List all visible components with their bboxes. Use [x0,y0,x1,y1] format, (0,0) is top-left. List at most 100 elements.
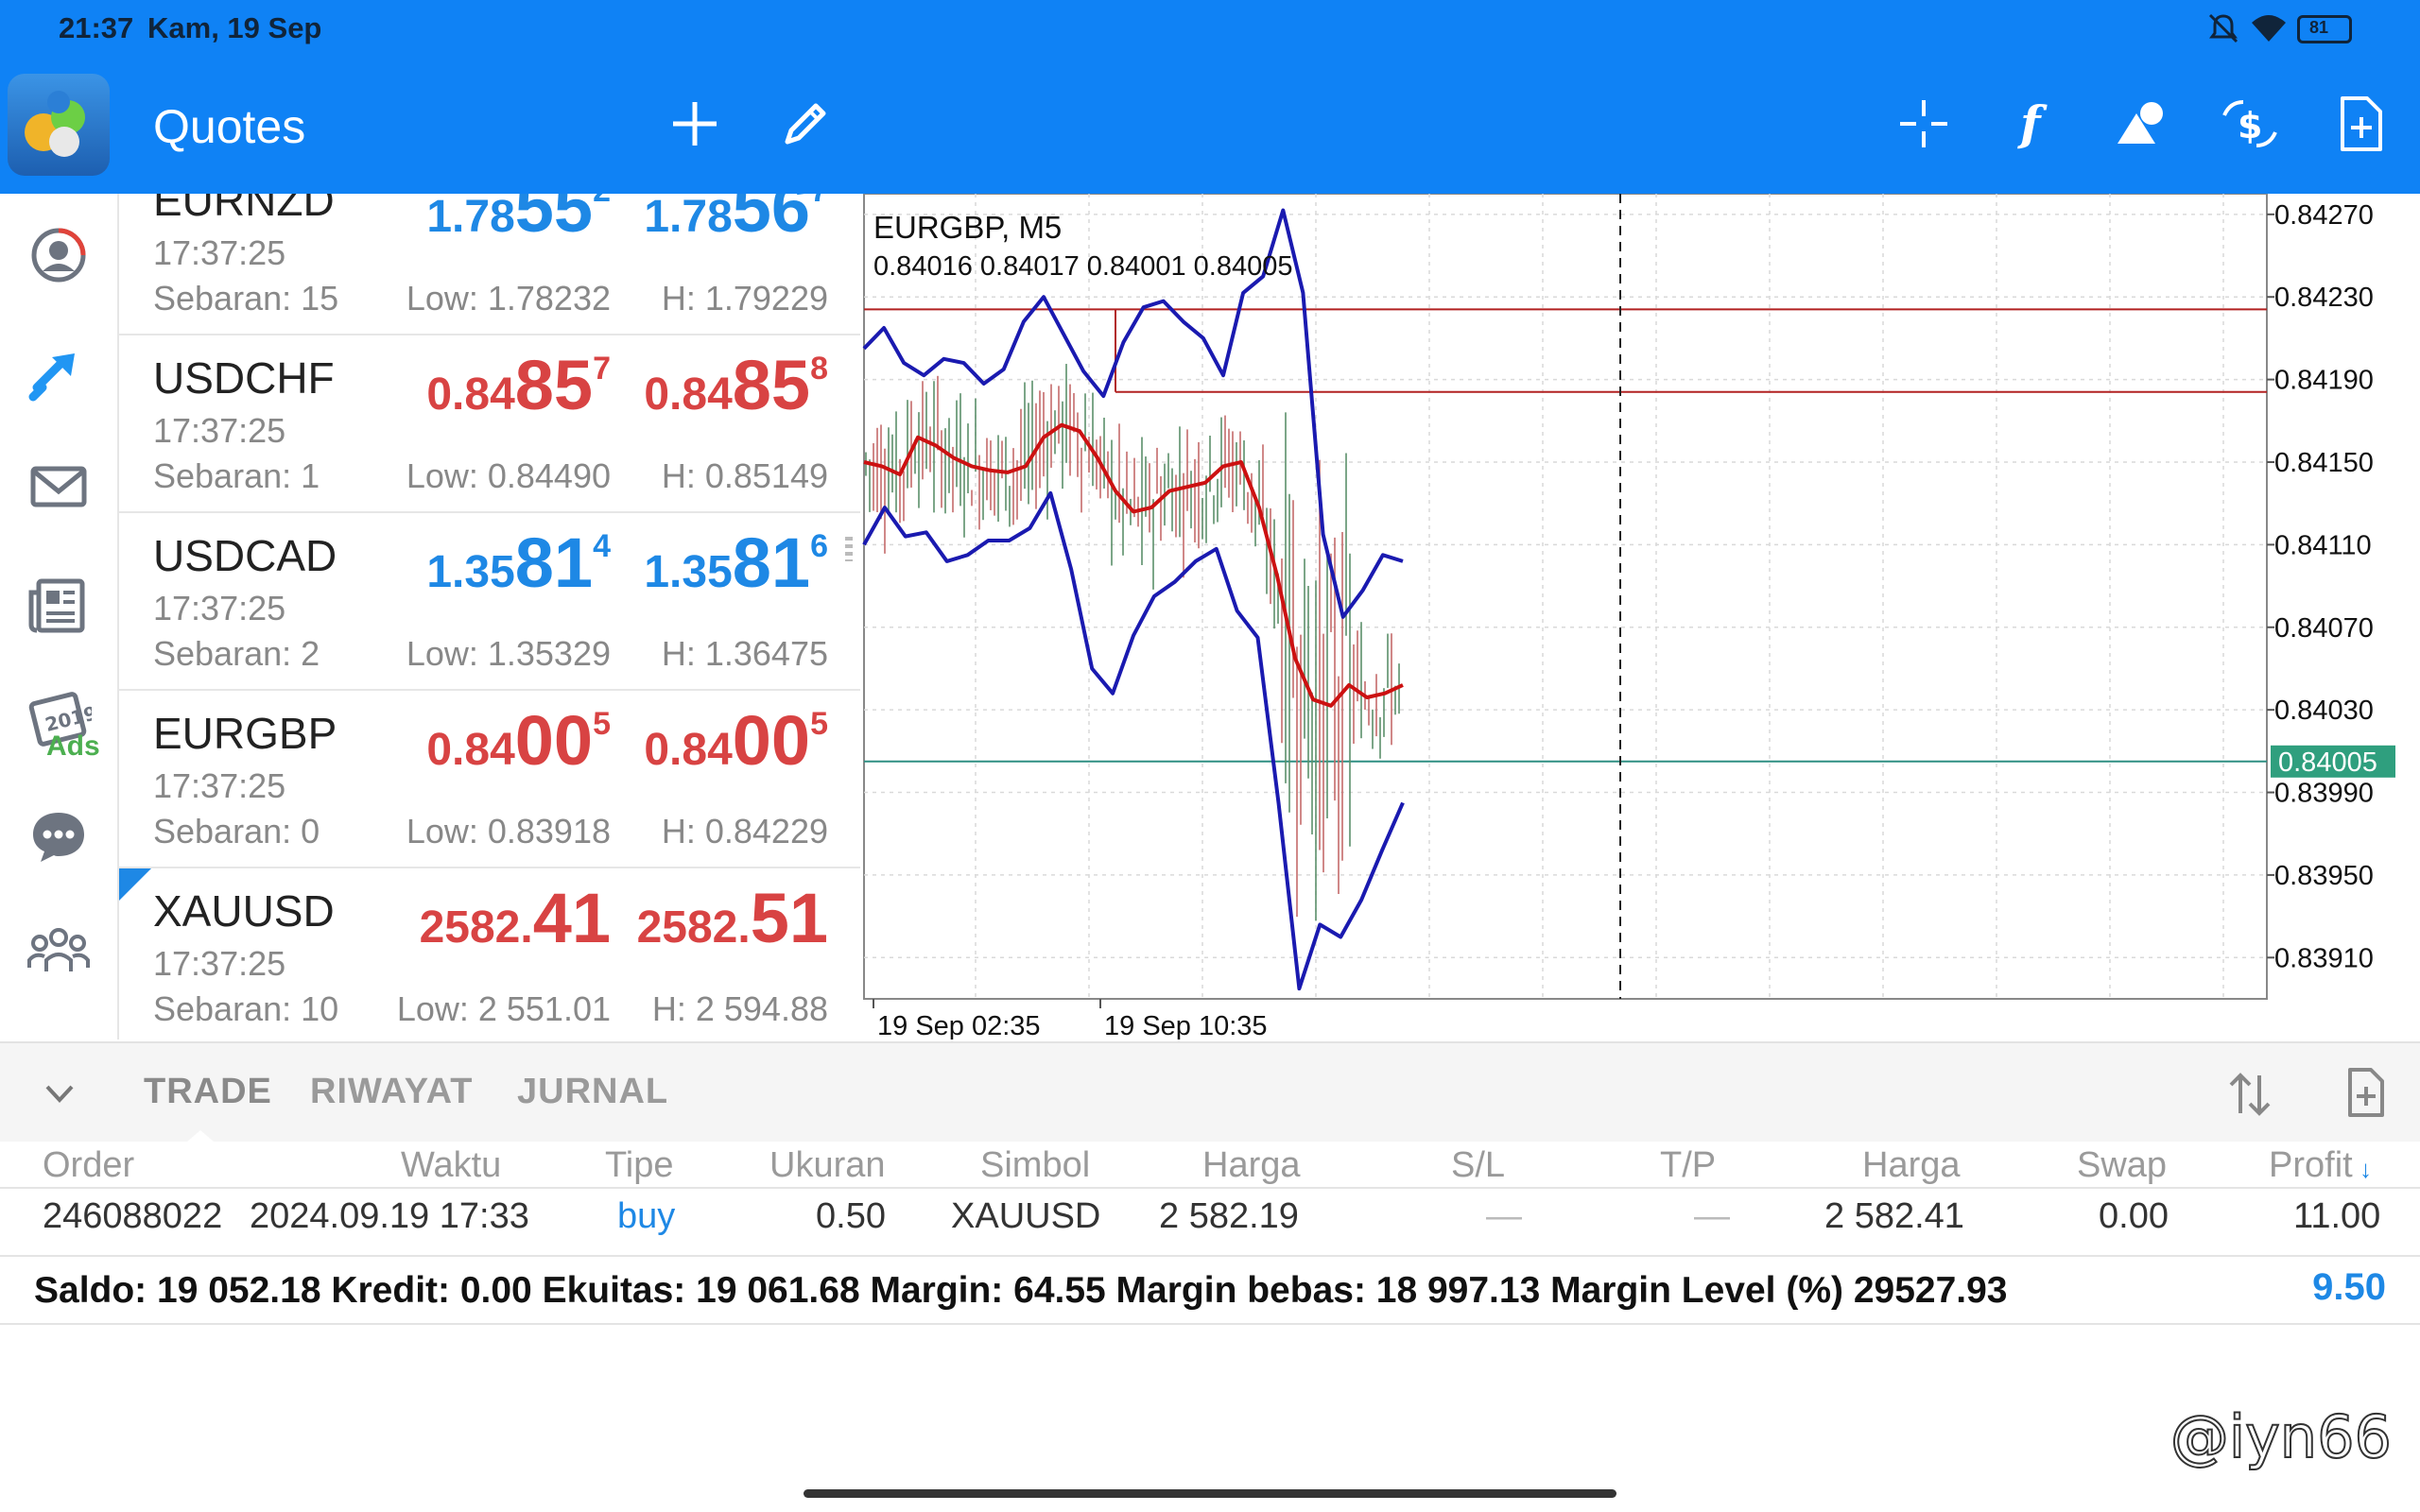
quote-high: H: 1.36475 [661,634,828,673]
col-harga-open[interactable]: Harga [1202,1145,1301,1186]
sidebar-item-quotes[interactable] [26,222,92,288]
battery-level: 81 [2309,18,2329,37]
quote-low: Low: 2 551.01 [396,989,611,1028]
quote-spread: Sebaran: 2 [153,634,320,673]
col-sl[interactable]: S/L [1451,1145,1505,1186]
sort-icon[interactable] [2223,1068,2276,1121]
bid-price: 1.35814 [426,524,611,602]
ask-price: 1.35816 [644,524,828,602]
sidebar-item-community[interactable] [26,917,92,983]
metatrader-logo[interactable] [8,74,110,176]
add-symbol-button[interactable] [662,91,728,157]
price-chart[interactable]: 0.84270 0.84230 0.84190 0.84150 0.84110 0.840… [862,193,2420,1041]
indicators-icon[interactable]: f [1999,91,2066,157]
y-tick-label: 0.84070 [2274,613,2374,644]
quote-low: Low: 0.84490 [406,456,611,495]
cell-waktu: 2024.09.19 17:33 [250,1196,529,1236]
cell-tipe: buy [617,1196,676,1236]
home-indicator[interactable] [804,1489,1616,1498]
col-profit[interactable]: Profit [2269,1145,2353,1186]
quote-high: H: 1.79229 [661,279,828,318]
quote-low: Low: 1.78232 [406,279,611,318]
quote-spread: Sebaran: 10 [153,989,339,1028]
quote-low: Low: 0.83918 [406,812,611,850]
quote-time: 17:37:25 [153,944,286,983]
tab-riwayat[interactable]: RIWAYAT [310,1072,473,1112]
quote-row-usdchf[interactable]: USDCHF 17:37:25 Sebaran: 1 0.84857 0.848… [119,335,860,513]
x-tick-label: 19 Sep 02:35 [877,1011,1041,1040]
col-waktu[interactable]: Waktu [401,1145,501,1186]
quote-symbol: XAUUSD [153,886,335,936]
tab-jurnal[interactable]: JURNAL [517,1072,668,1112]
svg-text:f: f [2017,95,2048,151]
chart-plot-area [863,193,2268,1000]
sidebar-item-trade[interactable] [26,340,92,406]
quote-time: 17:37:25 [153,766,286,805]
sidebar: 2019 Ads [0,194,119,1040]
quote-symbol: EURNZD [153,194,335,225]
bid-price: 0.84005 [426,701,611,780]
trade-icon[interactable]: $ [2217,91,2283,157]
sidebar-item-news[interactable] [26,572,92,638]
col-ukuran[interactable]: Ukuran [769,1145,886,1186]
total-profit: 9.50 [2312,1266,2386,1308]
quote-high: H: 0.84229 [661,812,828,850]
collapse-chevron-icon[interactable] [38,1072,81,1115]
col-tp[interactable]: T/P [1660,1145,1716,1186]
quote-row-xauusd[interactable]: XAUUSD 17:37:25 Sebaran: 10 2582.41 2582… [119,868,860,1040]
quote-time: 17:37:25 [153,233,286,272]
bid-price: 1.78552 [426,194,611,247]
cell-order: 246088022 [43,1196,223,1236]
sidebar-item-calendar[interactable]: 2019 Ads [26,685,101,762]
col-simbol[interactable]: Simbol [980,1145,1090,1186]
objects-icon[interactable] [2108,91,2174,157]
ask-price: 0.84005 [644,701,828,780]
tab-indicator [187,1130,214,1142]
toolbox-tabs: TRADE RIWAYAT JURNAL [0,1041,2420,1143]
col-order[interactable]: Order [43,1145,134,1186]
edit-icon[interactable] [772,91,838,157]
cell-swap: 0.00 [2099,1196,2169,1236]
sidebar-item-mail[interactable] [26,454,92,520]
svg-text:$: $ [2238,105,2262,146]
panel-splitter-handle[interactable] [845,537,853,561]
quote-symbol: EURGBP [153,709,337,758]
quotes-list: EURNZD 17:37:25 Sebaran: 15 1.78552 1.78… [119,194,860,1040]
quote-row-usdcad[interactable]: USDCAD 17:37:25 Sebaran: 2 1.35814 1.358… [119,513,860,691]
chart-canvas[interactable]: 0.84270 0.84230 0.84190 0.84150 0.84110 0.840… [862,193,2420,1041]
col-tipe[interactable]: Tipe [605,1145,674,1186]
quote-time: 17:37:25 [153,589,286,627]
x-tick-label: 19 Sep 10:35 [1104,1011,1268,1040]
chart-title: EURGBP, M5 [873,210,1062,245]
cell-sl: — [1486,1196,1522,1236]
crosshair-icon[interactable] [1891,91,1957,157]
quote-spread: Sebaran: 15 [153,279,339,318]
cell-harga-open: 2 582.19 [1159,1196,1299,1236]
y-tick-label: 0.83950 [2274,861,2374,891]
quote-row-eurgbp[interactable]: EURGBP 17:37:25 Sebaran: 0 0.84005 0.840… [119,691,860,868]
y-tick-label: 0.84230 [2274,283,2374,313]
bid-price: 0.84857 [426,346,611,424]
quote-row-eurnzd[interactable]: EURNZD 17:37:25 Sebaran: 15 1.78552 1.78… [119,194,860,335]
wifi-icon [2252,15,2286,42]
table-row[interactable]: 246088022 2024.09.19 17:33 buy 0.50 XAUU… [0,1189,2420,1257]
ask-price: 0.84858 [644,346,828,424]
bid-price: 2582.41 [419,879,611,957]
new-order-icon[interactable] [2339,1066,2392,1119]
app-bar: 21:37 Kam, 19 Sep 81 Quotes f $ [0,0,2420,194]
sort-arrow-icon: ↓ [2360,1155,2372,1183]
watermark: @iyn66 [2169,1401,2393,1472]
cell-profit: 11.00 [2293,1196,2381,1236]
col-swap[interactable]: Swap [2077,1145,2167,1186]
quote-spread: Sebaran: 0 [153,812,320,850]
new-order-icon[interactable] [2327,91,2394,157]
mute-icon [2208,13,2238,43]
status-date: Kam, 19 Sep [147,11,322,44]
quote-symbol: USDCHF [153,353,335,403]
quote-low: Low: 1.35329 [406,634,611,673]
y-tick-label: 0.83910 [2274,943,2374,973]
tab-trade[interactable]: TRADE [144,1072,272,1112]
col-harga-current[interactable]: Harga [1862,1145,1961,1186]
status-time: 21:37 [59,11,134,44]
sidebar-item-chat[interactable] [26,803,92,869]
